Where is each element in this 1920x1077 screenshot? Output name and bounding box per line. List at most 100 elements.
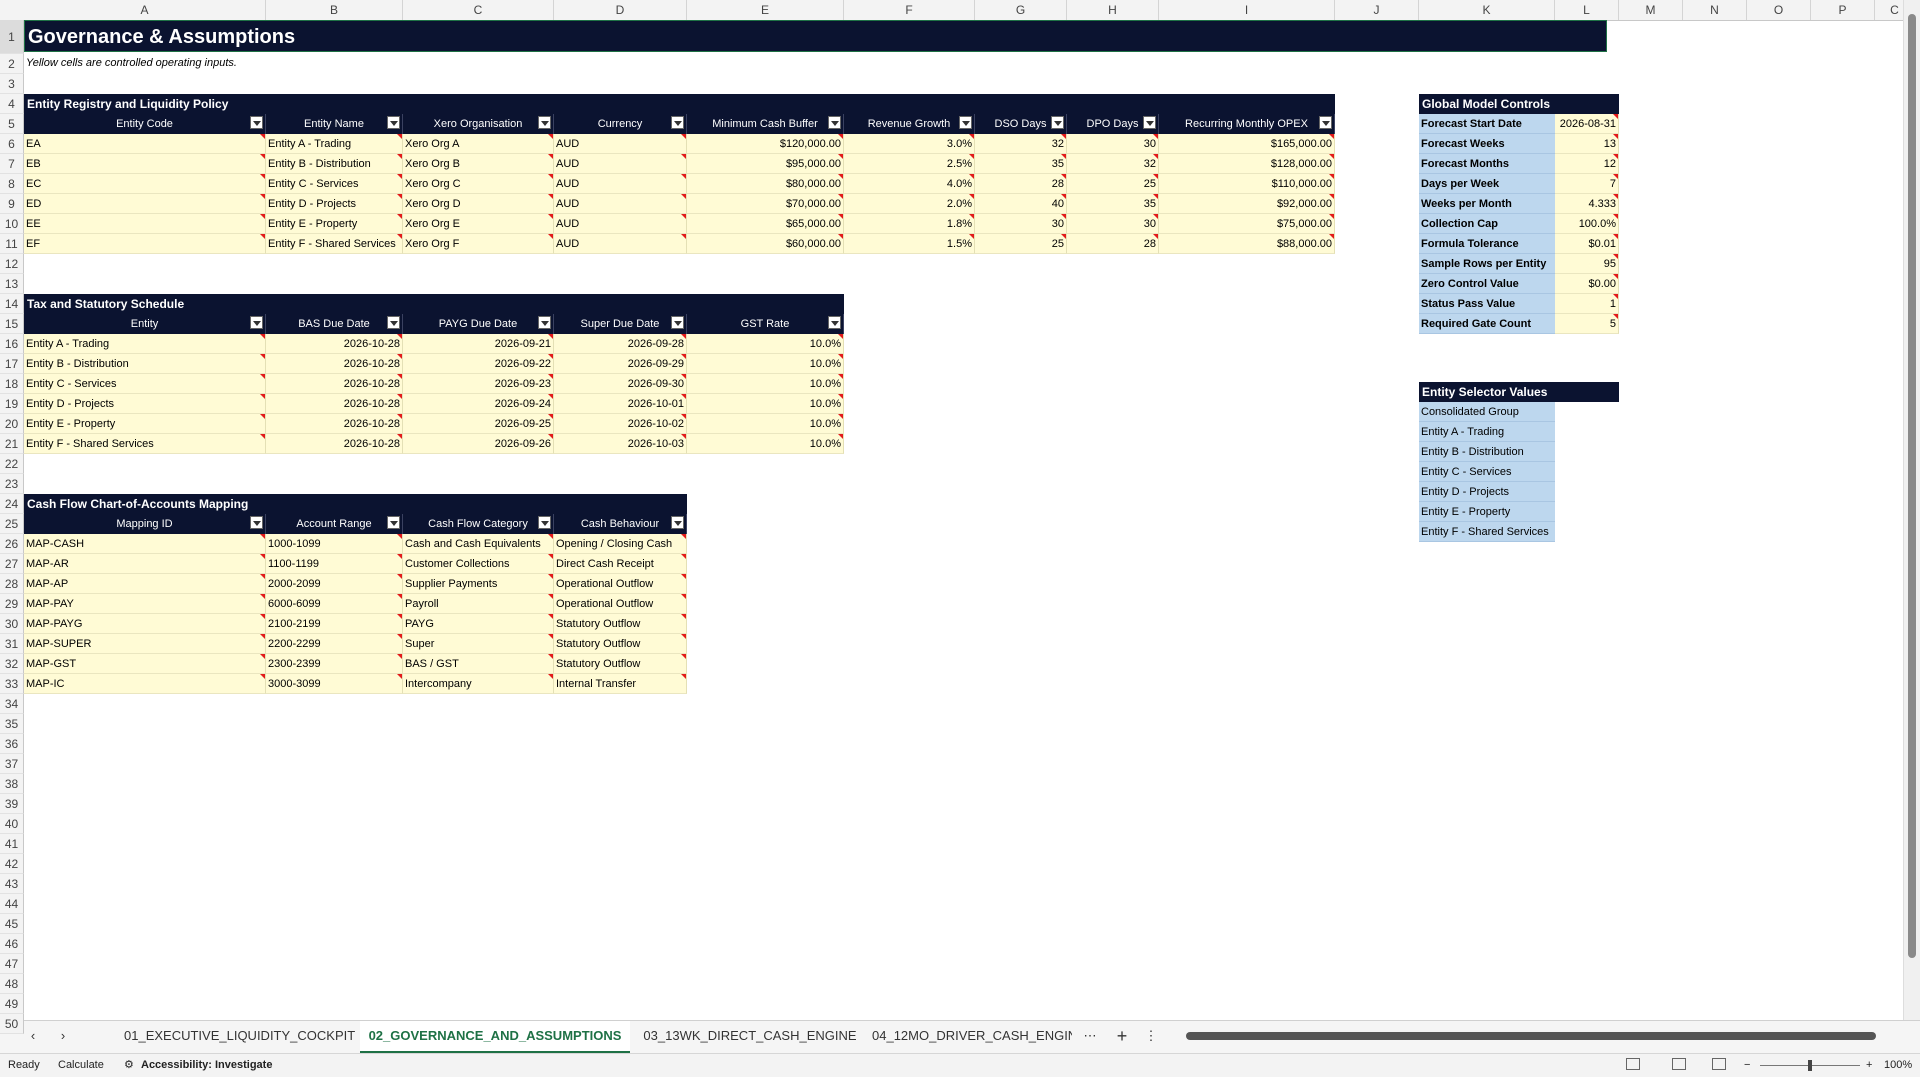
entity-registry-cell[interactable]: $70,000.00	[687, 194, 844, 214]
coa-mapping-header[interactable]: Cash Behaviour	[554, 514, 687, 534]
tax-schedule-cell[interactable]: 2026-09-24	[403, 394, 554, 414]
entity-registry-header[interactable]: DSO Days	[975, 114, 1067, 134]
entity-registry-cell[interactable]: 32	[1067, 154, 1159, 174]
entity-registry-cell[interactable]: $60,000.00	[687, 234, 844, 254]
tax-schedule-cell[interactable]: 2026-09-28	[554, 334, 687, 354]
entity-registry-header[interactable]: Recurring Monthly OPEX	[1159, 114, 1335, 134]
tax-schedule-cell[interactable]: 2026-10-28	[266, 374, 403, 394]
global-control-label[interactable]: Days per Week	[1419, 174, 1555, 194]
vertical-scroll-thumb[interactable]	[1908, 14, 1916, 958]
entity-registry-cell[interactable]: EC	[24, 174, 266, 194]
worksheet-grid[interactable]: Governance & Assumptions Yellow cells ar…	[24, 20, 1904, 1020]
global-control-value[interactable]: $0.01	[1555, 234, 1619, 254]
row-header-48[interactable]: 48	[0, 974, 24, 994]
vertical-scrollbar[interactable]	[1903, 0, 1920, 1020]
global-control-label[interactable]: Zero Control Value	[1419, 274, 1555, 294]
filter-dropdown-icon[interactable]	[538, 516, 551, 529]
coa-mapping-cell[interactable]: Payroll	[403, 594, 554, 614]
row-header-6[interactable]: 6	[0, 134, 24, 154]
row-header-19[interactable]: 19	[0, 394, 24, 414]
row-header-14[interactable]: 14	[0, 294, 24, 314]
row-header-50[interactable]: 50	[0, 1014, 24, 1034]
row-header-31[interactable]: 31	[0, 634, 24, 654]
filter-dropdown-icon[interactable]	[387, 316, 400, 329]
row-header-4[interactable]: 4	[0, 94, 24, 114]
row-header-46[interactable]: 46	[0, 934, 24, 954]
entity-registry-cell[interactable]: 30	[1067, 214, 1159, 234]
tax-schedule-cell[interactable]: 10.0%	[687, 354, 844, 374]
column-header-o[interactable]: O	[1747, 0, 1811, 20]
tax-schedule-cell[interactable]: 2026-10-28	[266, 354, 403, 374]
tax-schedule-cell[interactable]: 2026-10-28	[266, 434, 403, 454]
row-header-24[interactable]: 24	[0, 494, 24, 514]
row-header-1[interactable]: 1	[0, 20, 24, 54]
filter-dropdown-icon[interactable]	[250, 116, 263, 129]
row-header-39[interactable]: 39	[0, 794, 24, 814]
row-header-2[interactable]: 2	[0, 54, 24, 74]
tax-schedule-cell[interactable]: 2026-09-23	[403, 374, 554, 394]
coa-mapping-cell[interactable]: Operational Outflow	[554, 574, 687, 594]
global-control-value[interactable]: 13	[1555, 134, 1619, 154]
entity-registry-cell[interactable]: $65,000.00	[687, 214, 844, 234]
coa-mapping-cell[interactable]: MAP-AR	[24, 554, 266, 574]
column-header-i[interactable]: I	[1159, 0, 1335, 20]
row-header-20[interactable]: 20	[0, 414, 24, 434]
calculate-button[interactable]: Calculate	[58, 1054, 104, 1077]
tab-13wk-direct-cash-engine[interactable]: 03_13WK_DIRECT_CASH_ENGINE	[640, 1021, 860, 1051]
entity-registry-cell[interactable]: 30	[1067, 134, 1159, 154]
entity-registry-cell[interactable]: Entity C - Services	[266, 174, 403, 194]
entity-registry-cell[interactable]: 2.0%	[844, 194, 975, 214]
tax-schedule-cell[interactable]: 10.0%	[687, 414, 844, 434]
sheet-note[interactable]: Yellow cells are controlled operating in…	[24, 54, 524, 72]
row-header-36[interactable]: 36	[0, 734, 24, 754]
filter-dropdown-icon[interactable]	[538, 316, 551, 329]
entity-registry-cell[interactable]: AUD	[554, 214, 687, 234]
accessibility-status[interactable]: Accessibility: Investigate	[141, 1054, 272, 1077]
coa-mapping-cell[interactable]: MAP-IC	[24, 674, 266, 694]
entity-registry-cell[interactable]: EE	[24, 214, 266, 234]
tax-schedule-cell[interactable]: 2026-09-26	[403, 434, 554, 454]
row-header-16[interactable]: 16	[0, 334, 24, 354]
coa-mapping-cell[interactable]: Intercompany	[403, 674, 554, 694]
entity-registry-cell[interactable]: 1.8%	[844, 214, 975, 234]
entity-registry-cell[interactable]: 28	[975, 174, 1067, 194]
column-header-m[interactable]: M	[1619, 0, 1683, 20]
tax-schedule-cell[interactable]: 2026-09-21	[403, 334, 554, 354]
global-control-value[interactable]: $0.00	[1555, 274, 1619, 294]
tax-schedule-cell[interactable]: 2026-09-30	[554, 374, 687, 394]
entity-registry-cell[interactable]: Xero Org D	[403, 194, 554, 214]
entity-registry-cell[interactable]: $128,000.00	[1159, 154, 1335, 174]
row-header-42[interactable]: 42	[0, 854, 24, 874]
tax-schedule-cell[interactable]: 2026-10-01	[554, 394, 687, 414]
coa-mapping-cell[interactable]: BAS / GST	[403, 654, 554, 674]
entity-registry-cell[interactable]: Entity E - Property	[266, 214, 403, 234]
entity-registry-cell[interactable]: 35	[975, 154, 1067, 174]
entity-registry-cell[interactable]: Xero Org C	[403, 174, 554, 194]
coa-mapping-cell[interactable]: Statutory Outflow	[554, 634, 687, 654]
entity-registry-header[interactable]: Revenue Growth	[844, 114, 975, 134]
sheet-title[interactable]: Governance & Assumptions	[24, 20, 1607, 52]
row-header-9[interactable]: 9	[0, 194, 24, 214]
tax-schedule-cell[interactable]: 10.0%	[687, 334, 844, 354]
row-header-21[interactable]: 21	[0, 434, 24, 454]
row-header-32[interactable]: 32	[0, 654, 24, 674]
entity-registry-cell[interactable]: 3.0%	[844, 134, 975, 154]
entity-registry-cell[interactable]: 25	[975, 234, 1067, 254]
filter-dropdown-icon[interactable]	[671, 116, 684, 129]
global-control-value[interactable]: 1	[1555, 294, 1619, 314]
row-header-40[interactable]: 40	[0, 814, 24, 834]
entity-registry-cell[interactable]: $95,000.00	[687, 154, 844, 174]
tax-schedule-cell[interactable]: Entity A - Trading	[24, 334, 266, 354]
entity-registry-cell[interactable]: Xero Org B	[403, 154, 554, 174]
tax-schedule-header[interactable]: Entity	[24, 314, 266, 334]
entity-registry-header[interactable]: Xero Organisation	[403, 114, 554, 134]
coa-mapping-cell[interactable]: MAP-PAY	[24, 594, 266, 614]
zoom-out-icon[interactable]: −	[1744, 1054, 1750, 1077]
coa-mapping-cell[interactable]: Supplier Payments	[403, 574, 554, 594]
entity-registry-cell[interactable]: 1.5%	[844, 234, 975, 254]
column-header-a[interactable]: A	[24, 0, 266, 20]
filter-dropdown-icon[interactable]	[250, 516, 263, 529]
coa-mapping-cell[interactable]: 6000-6099	[266, 594, 403, 614]
row-header-34[interactable]: 34	[0, 694, 24, 714]
entity-registry-header[interactable]: Entity Code	[24, 114, 266, 134]
